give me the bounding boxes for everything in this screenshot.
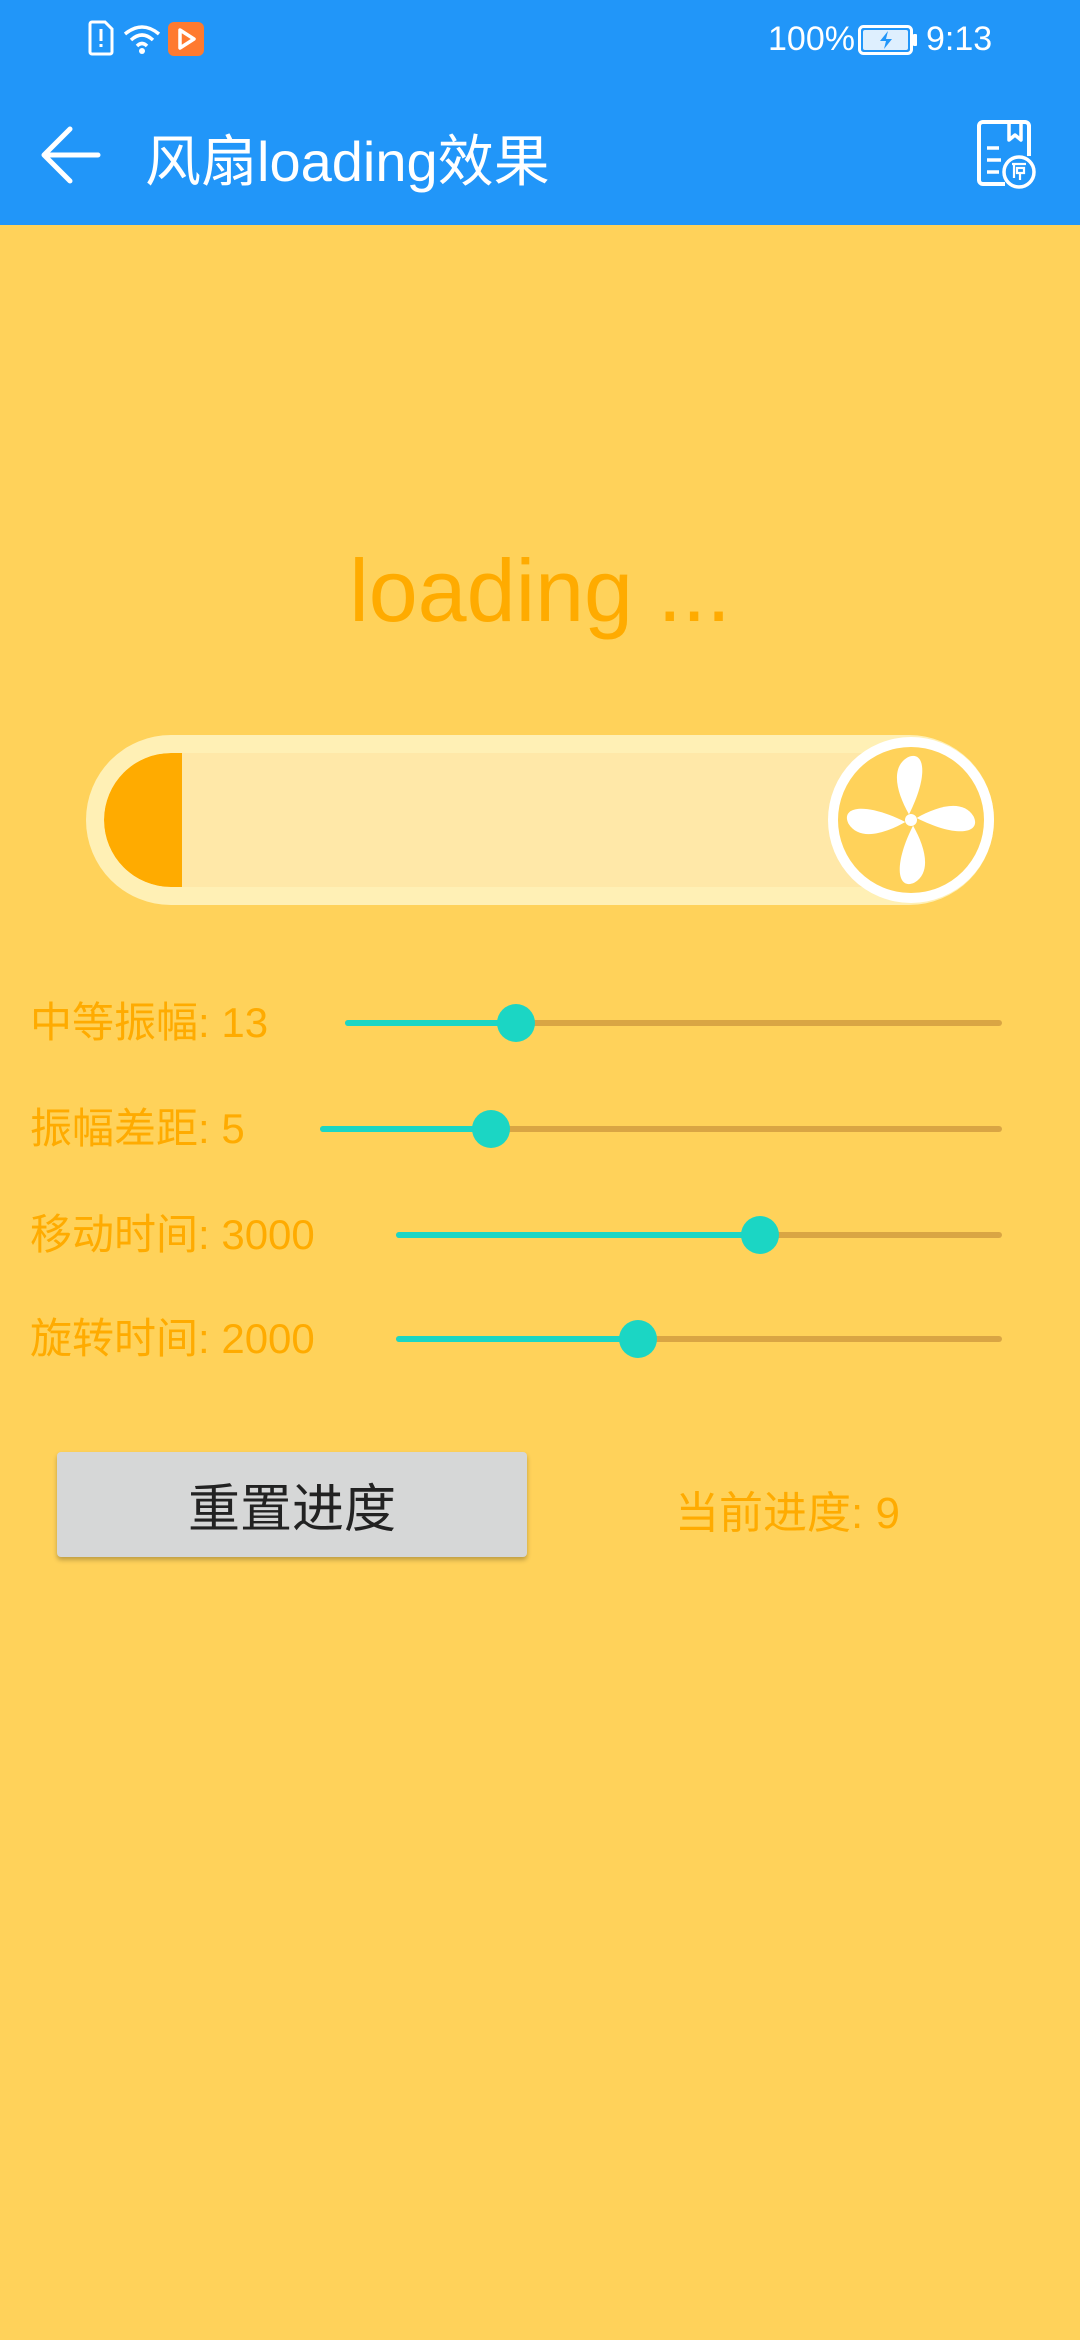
fan-icon	[838, 747, 984, 893]
medium-amplitude-slider[interactable]	[345, 983, 1002, 1063]
progress-fill	[104, 753, 182, 887]
slider-thumb[interactable]	[472, 1110, 510, 1148]
sim-alert-icon	[88, 20, 114, 60]
current-progress-label: 当前进度: 9	[675, 1489, 900, 1538]
slider-thumb[interactable]	[497, 1004, 535, 1042]
reset-progress-button[interactable]: 重置进度	[57, 1452, 527, 1557]
back-button[interactable]	[36, 120, 106, 190]
clock: 9:13	[926, 20, 993, 58]
move-time-slider[interactable]	[396, 1195, 1002, 1275]
slider-row-move-time: 移动时间: 3000	[0, 1195, 1080, 1275]
slider-thumb[interactable]	[741, 1216, 779, 1254]
wifi-icon	[122, 22, 162, 60]
slider-row-amplitude-gap: 振幅差距: 5	[0, 1089, 1080, 1169]
slider-thumb[interactable]	[619, 1320, 657, 1358]
fan-icon-container	[828, 737, 994, 903]
slider-label: 中等振幅: 13	[30, 999, 269, 1046]
rotate-time-slider[interactable]	[396, 1299, 1002, 1379]
top-bar: 100% 9:13 风扇loading效果	[0, 0, 1080, 225]
app-bar: 风扇loading效果	[0, 82, 1080, 225]
slider-active-track	[320, 1126, 491, 1132]
battery-charging-icon	[858, 25, 918, 59]
source-code-icon	[975, 120, 1037, 194]
slider-row-rotate-time: 旋转时间: 2000	[0, 1299, 1080, 1379]
status-bar: 100% 9:13	[0, 0, 1080, 82]
battery-percent: 100%	[768, 20, 855, 58]
slider-label: 振幅差距: 5	[30, 1105, 245, 1152]
video-app-icon	[168, 22, 204, 60]
amplitude-gap-slider[interactable]	[320, 1089, 1002, 1169]
slider-label: 旋转时间: 2000	[30, 1315, 315, 1362]
slider-row-medium-amplitude: 中等振幅: 13	[0, 983, 1080, 1063]
slider-active-track	[396, 1232, 760, 1238]
slider-active-track	[396, 1336, 638, 1342]
arrow-left-icon	[36, 126, 106, 194]
view-source-button[interactable]	[975, 118, 1037, 190]
slider-label: 移动时间: 3000	[30, 1211, 315, 1258]
slider-active-track	[345, 1020, 516, 1026]
loading-label: loading ...	[349, 541, 731, 640]
page-title: 风扇loading效果	[145, 130, 550, 193]
